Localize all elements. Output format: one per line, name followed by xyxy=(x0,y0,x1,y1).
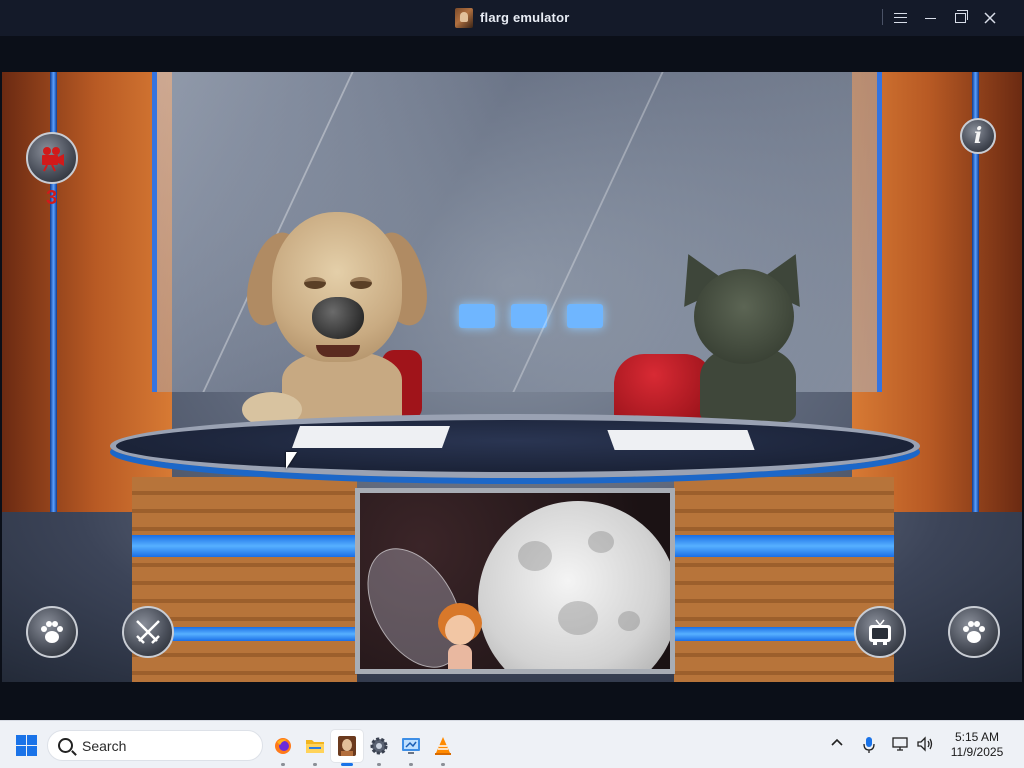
titlebar-divider xyxy=(882,9,883,25)
info-icon: i xyxy=(973,123,983,149)
speaker-icon xyxy=(917,736,933,752)
news-desk xyxy=(110,414,920,478)
window-titlebar[interactable]: flarg emulator xyxy=(0,0,1024,36)
background-monitor xyxy=(459,304,495,328)
microphone-button[interactable] xyxy=(859,736,879,754)
mouse-cursor xyxy=(286,452,297,469)
emulator-area: 3 i xyxy=(0,36,1024,745)
fight-button[interactable] xyxy=(122,606,174,658)
app-running-indicator xyxy=(313,763,317,766)
dog-eye xyxy=(304,277,326,289)
desk-paper[interactable] xyxy=(291,426,451,448)
tv-icon xyxy=(869,619,891,645)
desk-paper[interactable] xyxy=(607,430,755,450)
taskbar-app-vlc[interactable] xyxy=(427,730,459,766)
search-placeholder: Search xyxy=(82,738,127,754)
tv-button[interactable] xyxy=(854,606,906,658)
crossed-swords-icon xyxy=(136,620,160,644)
paw-icon xyxy=(41,621,63,643)
app-running-indicator xyxy=(409,763,413,766)
background-monitor xyxy=(511,304,547,328)
clock-time: 5:15 AM xyxy=(954,730,1000,744)
taskbar-app-settings[interactable] xyxy=(363,730,395,766)
flarg-emulator-icon xyxy=(338,736,356,756)
show-hidden-icons-button[interactable] xyxy=(827,736,847,754)
dog-eye xyxy=(350,277,372,289)
window-title: flarg emulator xyxy=(480,10,570,25)
app-running-indicator xyxy=(281,763,285,766)
taskbar-app-control-panel[interactable] xyxy=(395,730,427,766)
app-active-indicator xyxy=(341,763,353,766)
vlc-icon xyxy=(435,737,451,755)
app-running-indicator xyxy=(441,763,445,766)
desk-light-band xyxy=(674,535,894,557)
fairy-figure xyxy=(360,531,490,669)
game-screen[interactable]: 3 i xyxy=(2,72,1022,682)
dog-character[interactable] xyxy=(236,207,438,427)
dog-nose xyxy=(312,297,364,339)
hamburger-menu-icon xyxy=(893,13,907,23)
desk-front-left xyxy=(132,477,357,682)
search-icon xyxy=(58,738,73,753)
close-button[interactable] xyxy=(978,6,1002,30)
taskbar-clock[interactable]: 5:15 AM 11/9/2025 xyxy=(942,730,1012,760)
start-button[interactable] xyxy=(14,733,38,757)
flarg-app-icon xyxy=(455,8,473,28)
paw-icon xyxy=(963,621,985,643)
minimize-button[interactable] xyxy=(918,6,942,30)
moon-image xyxy=(478,501,670,669)
record-video-button[interactable] xyxy=(26,132,78,184)
windows-taskbar: Search 5:15 AM 11/9/2025 xyxy=(0,720,1024,768)
restore-button[interactable] xyxy=(948,6,972,30)
control-panel-icon xyxy=(402,738,420,754)
fairy-body xyxy=(448,645,472,669)
settings-icon xyxy=(370,737,388,755)
desk-video-screen[interactable] xyxy=(355,488,675,674)
app-running-indicator xyxy=(377,763,381,766)
background-monitor xyxy=(567,304,603,328)
video-count: 3 xyxy=(46,187,58,209)
menu-button[interactable] xyxy=(888,6,912,30)
network-button[interactable] xyxy=(890,736,910,754)
desk-front-right xyxy=(674,477,894,682)
firefox-icon xyxy=(275,738,291,754)
cat-head xyxy=(694,269,794,364)
taskbar-search-box[interactable]: Search xyxy=(47,730,263,761)
taskbar-app-file-explorer[interactable] xyxy=(299,730,331,766)
taskbar-app-flarg-emulator[interactable] xyxy=(331,730,363,766)
desk-light-band xyxy=(132,535,357,557)
moon-crater xyxy=(618,611,640,631)
minimize-icon xyxy=(924,18,936,19)
taskbar-app-firefox[interactable] xyxy=(267,730,299,766)
fairy-face xyxy=(445,615,475,645)
microphone-icon xyxy=(863,737,875,753)
dog-mouth xyxy=(316,345,360,357)
paw-button-right[interactable] xyxy=(948,606,1000,658)
chevron-up-icon xyxy=(831,738,843,746)
file-explorer-icon xyxy=(306,740,324,753)
moon-crater xyxy=(588,531,614,553)
paw-button-left[interactable] xyxy=(26,606,78,658)
video-camera-icon xyxy=(42,147,64,172)
cat-character[interactable] xyxy=(664,243,820,422)
restore-icon xyxy=(954,10,968,23)
dog-head xyxy=(272,212,402,362)
clock-date: 11/9/2025 xyxy=(950,745,1004,759)
close-icon xyxy=(984,12,996,24)
network-icon xyxy=(892,737,908,751)
moon-crater xyxy=(518,541,552,571)
info-button[interactable]: i xyxy=(960,118,996,154)
volume-button[interactable] xyxy=(915,736,935,754)
moon-crater xyxy=(558,601,598,635)
